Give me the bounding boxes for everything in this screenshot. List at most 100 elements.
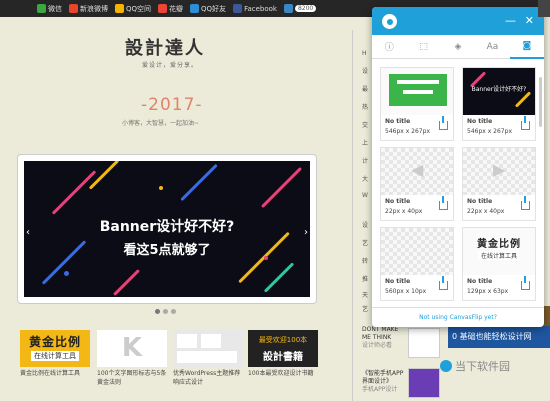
pager-dot[interactable]: [155, 309, 160, 314]
decor-dot: [64, 271, 69, 276]
book-cover[interactable]: [408, 328, 440, 358]
share-weibo[interactable]: 新浪微博: [69, 4, 108, 14]
share-label: 微信: [48, 4, 62, 13]
book-cover[interactable]: [408, 368, 440, 398]
share-icon[interactable]: [521, 196, 530, 210]
card-title: No title: [467, 278, 493, 285]
sidebar-char[interactable]: 计: [362, 156, 368, 165]
decor-stripe: [51, 170, 97, 215]
thumb-title: 黄金比例: [28, 335, 81, 349]
decor-dot: [159, 186, 163, 190]
thumb-caption[interactable]: 黄金比例在线计算工具: [20, 369, 94, 378]
thumb-golden-ratio[interactable]: 黄金比例 在线计算工具: [20, 330, 90, 367]
share-facebook[interactable]: Facebook: [233, 4, 277, 13]
share-label: 花瓣: [169, 4, 184, 13]
thumb-mini-page: [201, 334, 221, 348]
share-wechat[interactable]: 微信: [37, 4, 62, 14]
qzone-icon: [115, 4, 124, 13]
image-card[interactable]: No title 560px x 10px: [380, 227, 454, 301]
thumb-title: 最受欢迎100本: [258, 336, 308, 344]
minimize-icon[interactable]: —: [505, 14, 516, 27]
share-huaban[interactable]: 花瓣: [158, 4, 183, 14]
card-info: No title 560px x 10px: [385, 278, 426, 295]
weibo-icon: [69, 4, 78, 13]
extension-button[interactable]: [538, 0, 550, 17]
sidebar-char[interactable]: H: [362, 50, 367, 57]
share-icon[interactable]: [439, 276, 448, 290]
thumb-caption[interactable]: 100个文字图形标志与5条黄金法则: [97, 369, 171, 387]
thumb-wordpress[interactable]: [173, 330, 243, 367]
decor-stripe: [113, 269, 140, 296]
sidebar-char[interactable]: 天: [362, 290, 368, 299]
cursor-icon[interactable]: ⬚: [406, 42, 440, 52]
card-info: No title 129px x 63px: [467, 278, 508, 295]
sidebar-char[interactable]: 推: [362, 274, 368, 283]
qq-icon: [190, 4, 200, 13]
card-title: No title: [467, 118, 493, 125]
share-more[interactable]: 8200: [283, 4, 317, 13]
huaban-icon: [158, 4, 168, 13]
camera-icon[interactable]: ◙: [509, 35, 544, 59]
year-subtitle: 小博客，大智慧，一起加油~: [122, 120, 200, 127]
banner-subtitle: 看这5点就够了: [123, 243, 211, 258]
share-icon[interactable]: [439, 116, 448, 130]
sidebar-book-item[interactable]: DONT MAKE ME THINK 设计师必看: [362, 326, 406, 350]
share-icon[interactable]: [521, 276, 530, 290]
sidebar-char[interactable]: 设: [362, 66, 368, 75]
pager-dot[interactable]: [171, 309, 176, 314]
signup-link[interactable]: Not using CanvasFlip yet?: [372, 307, 544, 327]
share-qzone[interactable]: QQ空间: [115, 4, 151, 14]
close-icon[interactable]: ✕: [525, 14, 534, 27]
thumb-books[interactable]: 最受欢迎100本 設計書籍: [248, 330, 318, 367]
thumb-k-logo[interactable]: K: [97, 330, 167, 367]
sidebar-char[interactable]: 艺: [362, 238, 368, 247]
share-icon[interactable]: [439, 196, 448, 210]
site-logo[interactable]: 設計達人: [125, 34, 205, 60]
share-qq[interactable]: QQ好友: [190, 4, 226, 14]
image-card[interactable]: ▶ No title 22px x 40px: [462, 147, 536, 221]
banner-image[interactable]: Banner设计好不好? 看这5点就够了 ‹ ›: [24, 161, 310, 297]
card-size: 129px x 63px: [467, 288, 509, 295]
share-icon[interactable]: [521, 116, 530, 130]
share-label: Facebook: [244, 4, 277, 13]
sidebar-char[interactable]: 交: [362, 120, 368, 129]
ad-banner[interactable]: 0 基础也能轻松设计网: [448, 326, 550, 348]
sidebar-book-item[interactable]: 《智能手机APP界面设计》 手机APP设计: [362, 370, 406, 394]
info-icon[interactable]: ⓘ: [372, 40, 406, 53]
sidebar-char[interactable]: 艺: [362, 304, 368, 313]
thumb-caption[interactable]: 100本最受欢迎设计书籍: [248, 369, 322, 378]
eye-logo-icon: [382, 14, 397, 29]
decor-stripe: [180, 163, 218, 202]
share-label: QQ空间: [126, 4, 152, 13]
image-card[interactable]: Banner设计好不好? No title 546px x 267px: [462, 67, 536, 141]
card-size: 22px x 40px: [467, 208, 505, 215]
thumb-subtitle: 在线计算工具: [31, 351, 79, 361]
sidebar-char[interactable]: W: [362, 192, 368, 199]
golden-title: 黄金比例: [477, 239, 521, 250]
thumb-caption[interactable]: 优秀WordPress主题推荐 响应式设计: [173, 369, 247, 387]
sidebar-char[interactable]: 最: [362, 84, 368, 93]
panel-scrollbar[interactable]: [539, 77, 542, 127]
golden-subtitle: 在线计算工具: [477, 251, 520, 260]
sidebar-char[interactable]: 转: [362, 256, 368, 265]
pager-dot[interactable]: [163, 309, 168, 314]
sidebar-char[interactable]: 上: [362, 138, 368, 147]
sidebar-char[interactable]: 设: [362, 220, 368, 229]
card-size: 546px x 267px: [467, 128, 512, 135]
drop-icon[interactable]: ◈: [441, 42, 475, 52]
sidebar-char[interactable]: 热: [362, 102, 368, 111]
site-tagline: 爱设计，爱分享。: [142, 62, 199, 69]
watermark-logo-icon: [440, 360, 452, 372]
sidebar-char[interactable]: 大: [362, 174, 368, 183]
next-arrow-icon[interactable]: ›: [304, 227, 308, 238]
card-title: No title: [385, 118, 411, 125]
card-title: No title: [467, 198, 493, 205]
image-card[interactable]: No title 546px x 267px: [380, 67, 454, 141]
watermark-text: 当下软件园: [455, 360, 510, 373]
image-card[interactable]: 黄金比例 在线计算工具 No title 129px x 63px: [462, 227, 536, 301]
prev-arrow-icon[interactable]: ‹: [26, 227, 30, 238]
wechat-icon: [37, 4, 46, 13]
font-icon[interactable]: Aa: [475, 42, 509, 52]
image-card[interactable]: ◀ No title 22px x 40px: [380, 147, 454, 221]
watermark: 当下软件园: [440, 358, 510, 374]
